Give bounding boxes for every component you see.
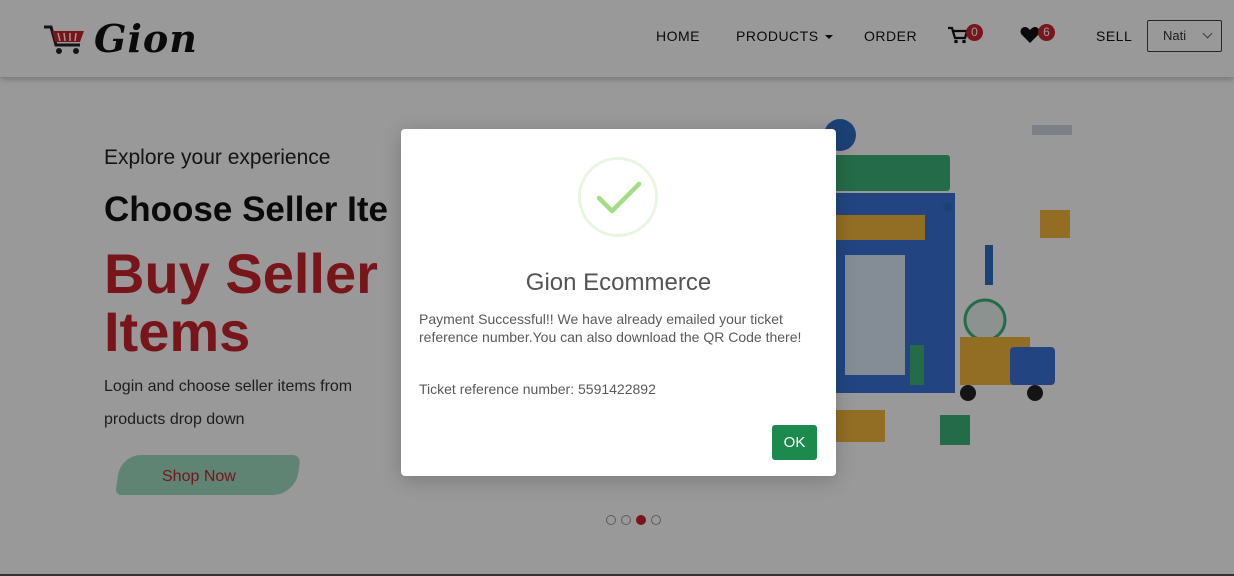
dialog-message: Payment Successful!! We have already ema… — [419, 311, 802, 345]
ticket-reference: Ticket reference number: 5591422892 — [419, 381, 656, 397]
check-mark-icon — [596, 181, 642, 214]
dialog-title: Gion Ecommerce — [525, 269, 712, 296]
ok-button[interactable]: OK — [772, 425, 817, 460]
success-check-icon — [578, 157, 658, 237]
payment-success-dialog: Gion Ecommerce Payment Successful!! We h… — [401, 129, 836, 476]
